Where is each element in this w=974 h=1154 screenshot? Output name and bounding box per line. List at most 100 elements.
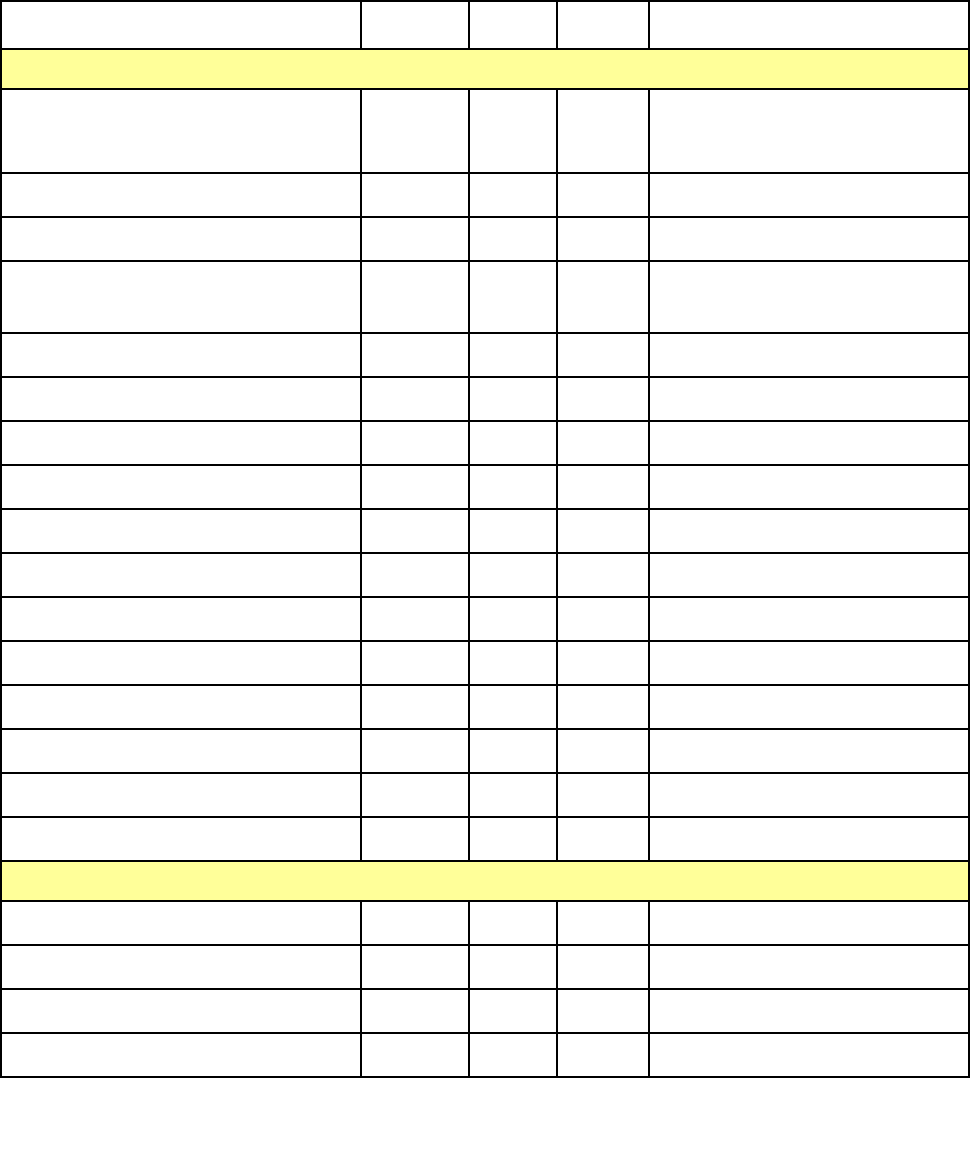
table-cell [558,422,650,464]
table-cell [558,378,650,420]
table-cell [470,642,558,684]
table-row [2,902,968,946]
table-cell [558,218,650,260]
table-cell [650,686,968,728]
table-row [2,262,968,334]
table-cell [2,946,362,988]
table-cell [558,902,650,944]
table-cell [362,510,470,552]
table-cell [650,818,968,860]
table-cell [362,422,470,464]
table-row [2,378,968,422]
table-cell [470,902,558,944]
table-cell [470,262,558,332]
table-cell [558,946,650,988]
table-row [2,730,968,774]
table-cell [650,218,968,260]
table-cell [558,554,650,596]
table-cell [558,510,650,552]
table-cell [362,946,470,988]
table-row [2,774,968,818]
table-cell [558,774,650,816]
table-cell [470,334,558,376]
table-row [2,642,968,686]
table-cell [558,466,650,508]
table-cell [650,774,968,816]
table-cell [558,990,650,1032]
table-cell [558,598,650,640]
table-cell [470,554,558,596]
table-cell [650,990,968,1032]
table-cell [650,174,968,216]
table-cell [558,1034,650,1076]
table-cell [2,1034,362,1076]
table-cell [470,730,558,772]
section-header [2,862,968,902]
table-row [2,554,968,598]
table-cell [470,174,558,216]
table-cell [470,1034,558,1076]
table-cell [2,2,362,48]
table-cell [650,642,968,684]
table-cell [558,730,650,772]
table-cell [650,946,968,988]
table-cell [470,2,558,48]
table-cell [362,774,470,816]
table-cell [2,90,362,172]
table-row [2,990,968,1034]
table-cell [470,946,558,988]
table-row [2,174,968,218]
table-cell [650,1034,968,1076]
table-cell [362,902,470,944]
table-row [2,686,968,730]
table-cell [362,554,470,596]
table-cell [2,378,362,420]
table-cell [470,598,558,640]
table-cell [2,174,362,216]
table-cell [2,642,362,684]
table-cell [362,218,470,260]
table-cell [362,174,470,216]
table-cell [2,598,362,640]
table-cell [650,422,968,464]
table-cell [470,466,558,508]
table-cell [650,334,968,376]
table-cell [362,1034,470,1076]
table-cell [2,774,362,816]
table-row [2,510,968,554]
table-cell [2,990,362,1032]
table-row [2,422,968,466]
table-cell [470,218,558,260]
table-cell [650,902,968,944]
table-cell [362,262,470,332]
table-cell [470,818,558,860]
table-cell [362,2,470,48]
table-cell [470,774,558,816]
table-cell [650,2,968,48]
table-cell [558,642,650,684]
table-cell [362,598,470,640]
table-cell [2,466,362,508]
table-cell [558,174,650,216]
table-cell [362,334,470,376]
table-row [2,946,968,990]
table-cell [2,422,362,464]
table-cell [650,730,968,772]
table-cell [2,818,362,860]
table-cell [558,686,650,728]
table-cell [2,218,362,260]
table-cell [650,90,968,172]
table-grid [0,0,970,1078]
table-cell [470,990,558,1032]
table-row [2,598,968,642]
table-cell [558,334,650,376]
table-cell [2,334,362,376]
table-cell [2,686,362,728]
table-cell [362,686,470,728]
section-header [2,50,968,90]
table-cell [362,990,470,1032]
table-cell [362,378,470,420]
table-row [2,218,968,262]
table-cell [2,510,362,552]
table-cell [362,466,470,508]
